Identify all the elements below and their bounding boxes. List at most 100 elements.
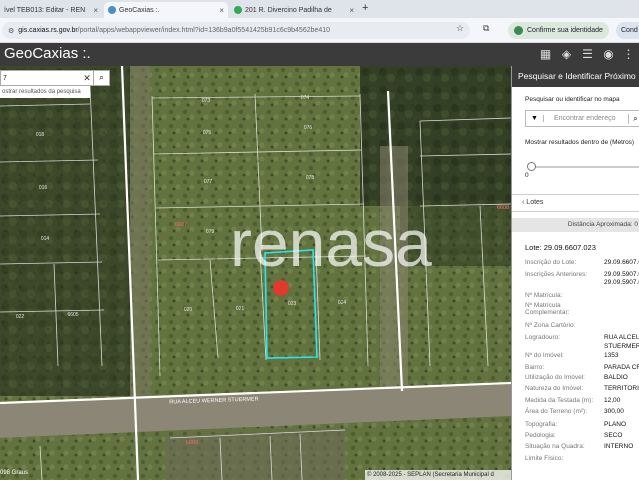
attribute-row: STUERMER [525, 343, 639, 350]
slider-value: 0 [525, 172, 529, 179]
tab-label: GeoCaxias :. [119, 6, 160, 14]
list-icon[interactable]: ☰ [580, 47, 595, 62]
grid-icon[interactable]: ▦ [538, 47, 553, 62]
attribute-value: 300,00 [604, 408, 624, 415]
more-icon[interactable]: ⋮ [621, 47, 636, 62]
chevron-left-icon[interactable]: ‹ [522, 199, 524, 206]
lotes-label: Lotes [526, 199, 544, 206]
attribute-value: 1353 [604, 352, 619, 359]
attribute-value: 29.09.5907.0 [604, 271, 639, 278]
locate-icon[interactable]: ◉ [601, 47, 616, 62]
attribute-value: TERRITORIA [604, 385, 639, 392]
browser-tab-2[interactable]: GeoCaxias :. × [104, 2, 228, 18]
map-view[interactable]: renasa 073 074 075 076 077 078 079 6607 … [0, 66, 511, 480]
attribute-row: Nº do Imóvel: 1353 [525, 352, 618, 359]
map-label: 073 [202, 98, 211, 104]
cond-button[interactable]: Cond [616, 22, 639, 39]
attribute-key: Nº do Imóvel: [525, 352, 564, 359]
globe-icon [108, 6, 116, 14]
browser-tab-3[interactable]: 201 R. Divercino Padilha de × [230, 2, 358, 18]
map-label: 018 [36, 132, 45, 138]
attribute-value: RUA ALCEU [604, 334, 639, 341]
map-label: 078 [306, 175, 315, 181]
layers-icon[interactable]: ◈ [559, 47, 574, 62]
app-header: GeoCaxias :. ▦ ◈ ☰ ◉ ⋮ [0, 43, 639, 66]
address-finder[interactable]: ▼ Encontrar endereço ⌕ [525, 110, 639, 127]
chevron-down-icon[interactable]: ▼ [526, 115, 544, 122]
attribute-row: Pedologia: SECO [525, 432, 622, 439]
attribute-value: STUERMER [604, 343, 639, 350]
extensions-icon[interactable]: ⧉ [483, 23, 489, 34]
attribute-value: 29.09.5907.0 [604, 279, 639, 286]
map-label: 022 [16, 314, 25, 320]
site-info-icon[interactable]: ⚙ [8, 27, 14, 35]
attribute-row: Nº Zona Cartório: [525, 322, 603, 329]
attribute-key: Limite Físico: [525, 455, 564, 462]
tab-label: 201 R. Divercino Padilha de [245, 6, 332, 14]
attribute-row: Utilização do Imóvel: BALDIO [525, 374, 628, 381]
map-copyright: © 2008-2025 - SEPLAN (Secretaria Municip… [365, 470, 511, 480]
map-label: 074 [301, 95, 310, 101]
attribute-row: Topografia: PLANO [525, 421, 626, 428]
map-search[interactable]: 7 ✕ ⌕ [0, 70, 110, 86]
attribute-key: Logradouro: [525, 334, 561, 341]
satellite-map: renasa 073 074 075 076 077 078 079 6607 … [0, 66, 511, 480]
panel-title: Pesquisar e Identificar Próximo [512, 66, 639, 87]
map-label: 6609 [186, 440, 198, 446]
distance-slider-track[interactable] [530, 166, 639, 168]
attribute-value: 29.09.6607.0 [604, 259, 639, 266]
lotes-header[interactable]: ‹ Lotes [512, 194, 639, 212]
attribute-key: Medida da Testada (m): [525, 397, 594, 404]
close-tab-icon[interactable]: × [93, 6, 98, 15]
map-label: 075 [203, 130, 212, 136]
new-tab-icon[interactable]: + [362, 2, 368, 14]
star-icon[interactable]: ☆ [456, 23, 464, 34]
attribute-key: Bairro: [525, 364, 545, 371]
attribute-row: Área do Terreno (m²): 300,00 [525, 408, 624, 415]
map-label: 021 [236, 306, 245, 312]
confirm-identity-button[interactable]: Confirme sua identidade [508, 22, 609, 39]
close-tab-icon[interactable]: × [349, 6, 354, 15]
scale-readout: 098 Graus [0, 470, 29, 476]
map-search-input[interactable]: 7 [1, 75, 81, 82]
attribute-row: Limite Físico: [525, 455, 603, 462]
map-label: 014 [41, 236, 50, 242]
browser-tabbar: ível TEB013: Editar - REN × GeoCaxias :.… [0, 0, 639, 18]
cond-label: Cond [621, 27, 638, 34]
attribute-row: Bairro: PARADA CRI [525, 364, 639, 371]
attribute-row: 29.09.5907.0 [525, 279, 639, 286]
app-title: GeoCaxias :. [4, 45, 91, 62]
attribute-row: Complementar: [525, 309, 603, 316]
attribute-row: Medida da Testada (m): 12,00 [525, 397, 620, 404]
clear-icon[interactable]: ✕ [81, 73, 93, 84]
attribute-key: Área do Terreno (m²): [525, 408, 588, 415]
attribute-value: BALDIO [604, 374, 628, 381]
map-label: 6605 [67, 312, 78, 318]
search-suggestion[interactable]: ostrar resultados da pesquisa [0, 86, 90, 98]
distance-label: Mostrar resultados dentro de (Metros) [525, 139, 635, 146]
close-tab-icon[interactable]: × [219, 6, 224, 15]
map-label: 016 [39, 185, 48, 191]
map-label: 077 [204, 179, 213, 185]
map-label: 024 [338, 300, 347, 306]
address-bar: ⚙ gis.caxias.rs.gov.br /portal/apps/weba… [0, 18, 639, 43]
search-icon[interactable]: ⌕ [93, 71, 109, 85]
attribute-value: PARADA CRI [604, 364, 639, 371]
search-label: Pesquisar ou identificar no mapa [525, 96, 620, 103]
attribute-key: Situação na Quadra: [525, 443, 585, 450]
browser-tab-1[interactable]: ível TEB013: Editar - REN × [0, 2, 102, 18]
attribute-row: Logradouro: RUA ALCEU [525, 334, 639, 341]
attribute-key: Utilização do Imóvel: [525, 374, 585, 381]
address-input[interactable]: Encontrar endereço [544, 115, 615, 122]
search-icon[interactable]: ⌕ [628, 113, 639, 124]
tab-label: ível TEB013: Editar - REN [4, 6, 86, 14]
url-field[interactable]: ⚙ gis.caxias.rs.gov.br /portal/apps/weba… [2, 22, 470, 39]
watermark: renasa [230, 206, 432, 280]
attribute-key: Inscrição do Lote: [525, 259, 577, 266]
attribute-row: Situação na Quadra: INTERNO [525, 443, 633, 450]
attribute-key: Nº Matrícula [525, 302, 561, 309]
profile-icon [514, 26, 523, 35]
attribute-value: INTERNO [604, 443, 634, 450]
attribute-value: SECO [604, 432, 623, 439]
distance-slider-handle[interactable] [527, 162, 536, 171]
